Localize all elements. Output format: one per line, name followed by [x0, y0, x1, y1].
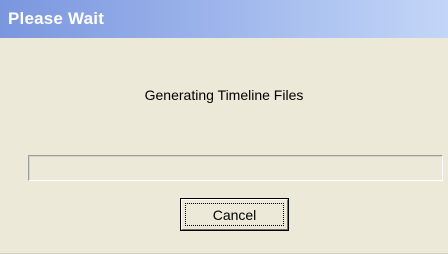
- window-title: Please Wait: [8, 9, 105, 28]
- please-wait-dialog: Please Wait Generating Timeline Files Ca…: [0, 0, 448, 254]
- cancel-button[interactable]: Cancel: [180, 198, 289, 231]
- status-message: Generating Timeline Files: [144, 87, 304, 103]
- title-bar[interactable]: Please Wait: [0, 0, 448, 38]
- progress-bar-inset: [29, 156, 442, 180]
- progress-bar: [28, 155, 443, 181]
- cancel-button-label: Cancel: [212, 206, 257, 223]
